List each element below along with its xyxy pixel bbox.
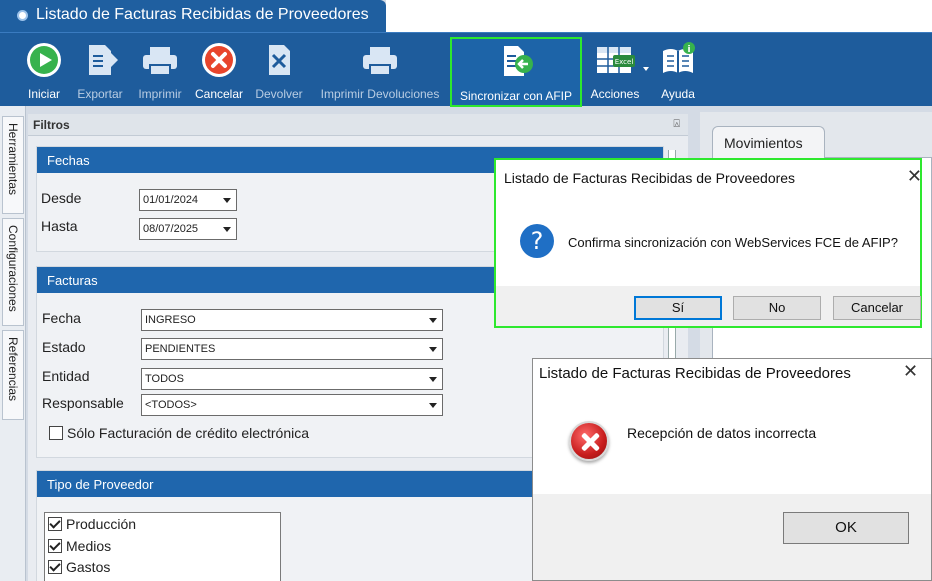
window-title: Listado de Facturas Recibidas de Proveed… xyxy=(36,6,369,23)
export-icon xyxy=(81,41,119,82)
filters-panel-title: Filtros xyxy=(33,118,70,132)
hasta-date-picker[interactable]: 08/07/2025 xyxy=(139,218,237,240)
acciones-dropdown-icon[interactable] xyxy=(643,67,649,71)
cancel-icon xyxy=(200,41,238,82)
chevron-down-icon xyxy=(429,377,437,382)
side-tab-referencias[interactable]: Referencias xyxy=(2,330,24,420)
error-dialog-footer: OK xyxy=(533,494,931,580)
desde-date-picker[interactable]: 01/01/2024 xyxy=(139,189,237,211)
app-icon xyxy=(17,10,28,21)
imprimir-button[interactable]: Imprimir xyxy=(132,33,188,107)
fce-checkbox[interactable] xyxy=(49,426,63,440)
tab-movimientos[interactable]: Movimientos xyxy=(712,126,825,158)
devolver-button[interactable]: Devolver xyxy=(250,33,308,107)
estado-select[interactable]: PENDIENTES xyxy=(141,338,443,360)
side-tabs: Herramientas Configuraciones Referencias xyxy=(0,106,26,581)
responsable-select[interactable]: <TODOS> xyxy=(141,394,443,416)
acciones-button[interactable]: Excel Acciones xyxy=(584,33,646,107)
confirm-dialog-message: Confirma sincronización con WebServices … xyxy=(568,235,898,250)
play-icon xyxy=(25,41,63,82)
gastos-checkbox[interactable] xyxy=(48,560,62,574)
sincronizar-afip-button[interactable]: Sincronizar con AFIP xyxy=(450,37,582,107)
fecha-label: Fecha xyxy=(42,310,81,326)
devolver-label: Devolver xyxy=(255,87,303,101)
error-dialog-message: Recepción de datos incorrecta xyxy=(627,425,817,441)
ayuda-label: Ayuda xyxy=(661,87,695,101)
chevron-down-icon xyxy=(429,347,437,352)
confirm-dialog-title: Listado de Facturas Recibidas de Proveed… xyxy=(504,170,796,186)
svg-text:i: i xyxy=(687,45,690,55)
help-book-icon: i xyxy=(658,41,698,82)
toolbar: Iniciar Exportar Imprimir Cancelar Devol… xyxy=(0,32,932,107)
imprimir-label: Imprimir xyxy=(138,87,182,101)
chevron-down-icon xyxy=(429,403,437,408)
acciones-label: Acciones xyxy=(590,87,640,101)
chevron-down-icon xyxy=(429,318,437,323)
chevron-down-icon xyxy=(223,227,231,232)
title-strip xyxy=(386,0,932,32)
printer-icon xyxy=(140,41,180,82)
iniciar-button[interactable]: Iniciar xyxy=(20,33,68,107)
entidad-label: Entidad xyxy=(42,368,90,384)
close-icon[interactable]: ✕ xyxy=(907,166,922,187)
fce-checkbox-label: Sólo Facturación de crédito electrónica xyxy=(67,425,310,441)
produccion-label: Producción xyxy=(66,516,137,532)
window-title-tab[interactable]: Listado de Facturas Recibidas de Proveed… xyxy=(0,0,386,32)
error-dialog-title: Listado de Facturas Recibidas de Proveed… xyxy=(539,365,851,382)
excel-badge: Excel xyxy=(615,58,634,66)
side-tab-herramientas[interactable]: Herramientas xyxy=(2,116,24,214)
question-icon: ? xyxy=(520,224,554,258)
ok-button[interactable]: OK xyxy=(783,512,909,544)
filters-panel-header: Filtros ⍓ xyxy=(28,114,688,136)
entidad-select[interactable]: TODOS xyxy=(141,368,443,390)
chevron-down-icon xyxy=(223,198,231,203)
printer-icon xyxy=(360,41,400,82)
error-dialog: Listado de Facturas Recibidas de Proveed… xyxy=(532,358,932,581)
imprimir-devoluciones-button[interactable]: Imprimir Devoluciones xyxy=(312,33,448,107)
error-icon xyxy=(569,421,609,461)
confirm-dialog-footer: Sí No Cancelar xyxy=(496,286,921,326)
no-button[interactable]: No xyxy=(733,296,821,320)
cancelar-label: Cancelar xyxy=(194,87,244,101)
exportar-button[interactable]: Exportar xyxy=(70,33,130,107)
imprimir-devoluciones-label: Imprimir Devoluciones xyxy=(320,87,440,101)
sincronizar-afip-label: Sincronizar con AFIP xyxy=(459,89,573,103)
exportar-label: Exportar xyxy=(77,87,123,101)
pin-icon[interactable]: ⍓ xyxy=(673,117,680,131)
return-icon xyxy=(260,41,298,82)
responsable-label: Responsable xyxy=(42,395,124,411)
medios-label: Medios xyxy=(66,538,112,554)
yes-button[interactable]: Sí xyxy=(634,296,722,320)
cancelar-button[interactable]: Cancelar xyxy=(190,33,248,107)
close-icon[interactable]: ✕ xyxy=(903,361,918,382)
cancel-button[interactable]: Cancelar xyxy=(833,296,921,320)
confirm-dialog: Listado de Facturas Recibidas de Proveed… xyxy=(494,158,922,328)
medios-checkbox[interactable] xyxy=(48,539,62,553)
desde-label: Desde xyxy=(41,190,82,206)
sync-document-icon xyxy=(496,43,536,84)
ayuda-button[interactable]: i Ayuda xyxy=(652,33,704,107)
estado-label: Estado xyxy=(42,339,86,355)
gastos-label: Gastos xyxy=(66,559,111,575)
fecha-select[interactable]: INGRESO xyxy=(141,309,443,331)
iniciar-label: Iniciar xyxy=(27,87,60,101)
side-tab-configuraciones[interactable]: Configuraciones xyxy=(2,218,24,326)
hasta-label: Hasta xyxy=(41,218,78,234)
tipo-proveedor-list: Producción Medios Gastos xyxy=(44,512,281,581)
excel-icon: Excel xyxy=(593,41,637,82)
produccion-checkbox[interactable] xyxy=(48,517,62,531)
